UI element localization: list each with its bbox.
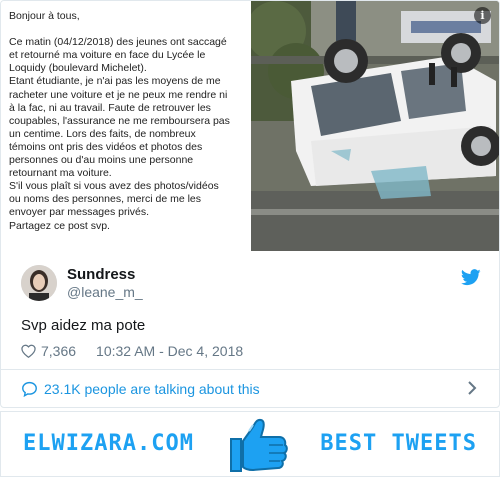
- tweet-card[interactable]: Bonjour à tous, Ce matin (04/12/2018) de…: [0, 0, 500, 408]
- brand-site-name[interactable]: ELWIZARA.COM: [23, 431, 194, 456]
- chevron-right-icon[interactable]: [467, 381, 477, 395]
- tweet-author[interactable]: Sundress @leane_m_: [21, 263, 481, 303]
- conversation-link[interactable]: 23.1K people are talking about this: [1, 369, 499, 407]
- tweet-media[interactable]: Bonjour à tous, Ce matin (04/12/2018) de…: [1, 1, 499, 251]
- tweet-timestamp[interactable]: 10:32 AM - Dec 4, 2018: [96, 343, 243, 359]
- brand-footer: ELWIZARA.COM BEST TWEETS: [0, 411, 500, 477]
- conversation-count-text[interactable]: 23.1K people are talking about this: [44, 381, 260, 397]
- media-post-text: Bonjour à tous, Ce matin (04/12/2018) de…: [1, 1, 251, 251]
- heart-icon[interactable]: [21, 344, 36, 358]
- twitter-bird-icon[interactable]: [461, 269, 481, 286]
- display-name[interactable]: Sundress: [67, 266, 135, 283]
- tweet-text: Svp aidez ma pote: [21, 317, 146, 334]
- info-icon[interactable]: i: [474, 7, 491, 24]
- avatar-image: [21, 265, 57, 301]
- like-count[interactable]: 7,366: [41, 343, 76, 359]
- thumbs-up-icon: [230, 418, 288, 472]
- chat-bubble-icon: [22, 381, 37, 397]
- overturned-car-photo: [251, 1, 499, 251]
- media-photo-overturned-car[interactable]: i: [251, 1, 499, 251]
- brand-tagline: BEST TWEETS: [320, 431, 477, 456]
- avatar[interactable]: [21, 265, 57, 301]
- tweet-meta: 7,366 10:32 AM - Dec 4, 2018: [21, 342, 243, 360]
- user-handle[interactable]: @leane_m_: [67, 284, 143, 300]
